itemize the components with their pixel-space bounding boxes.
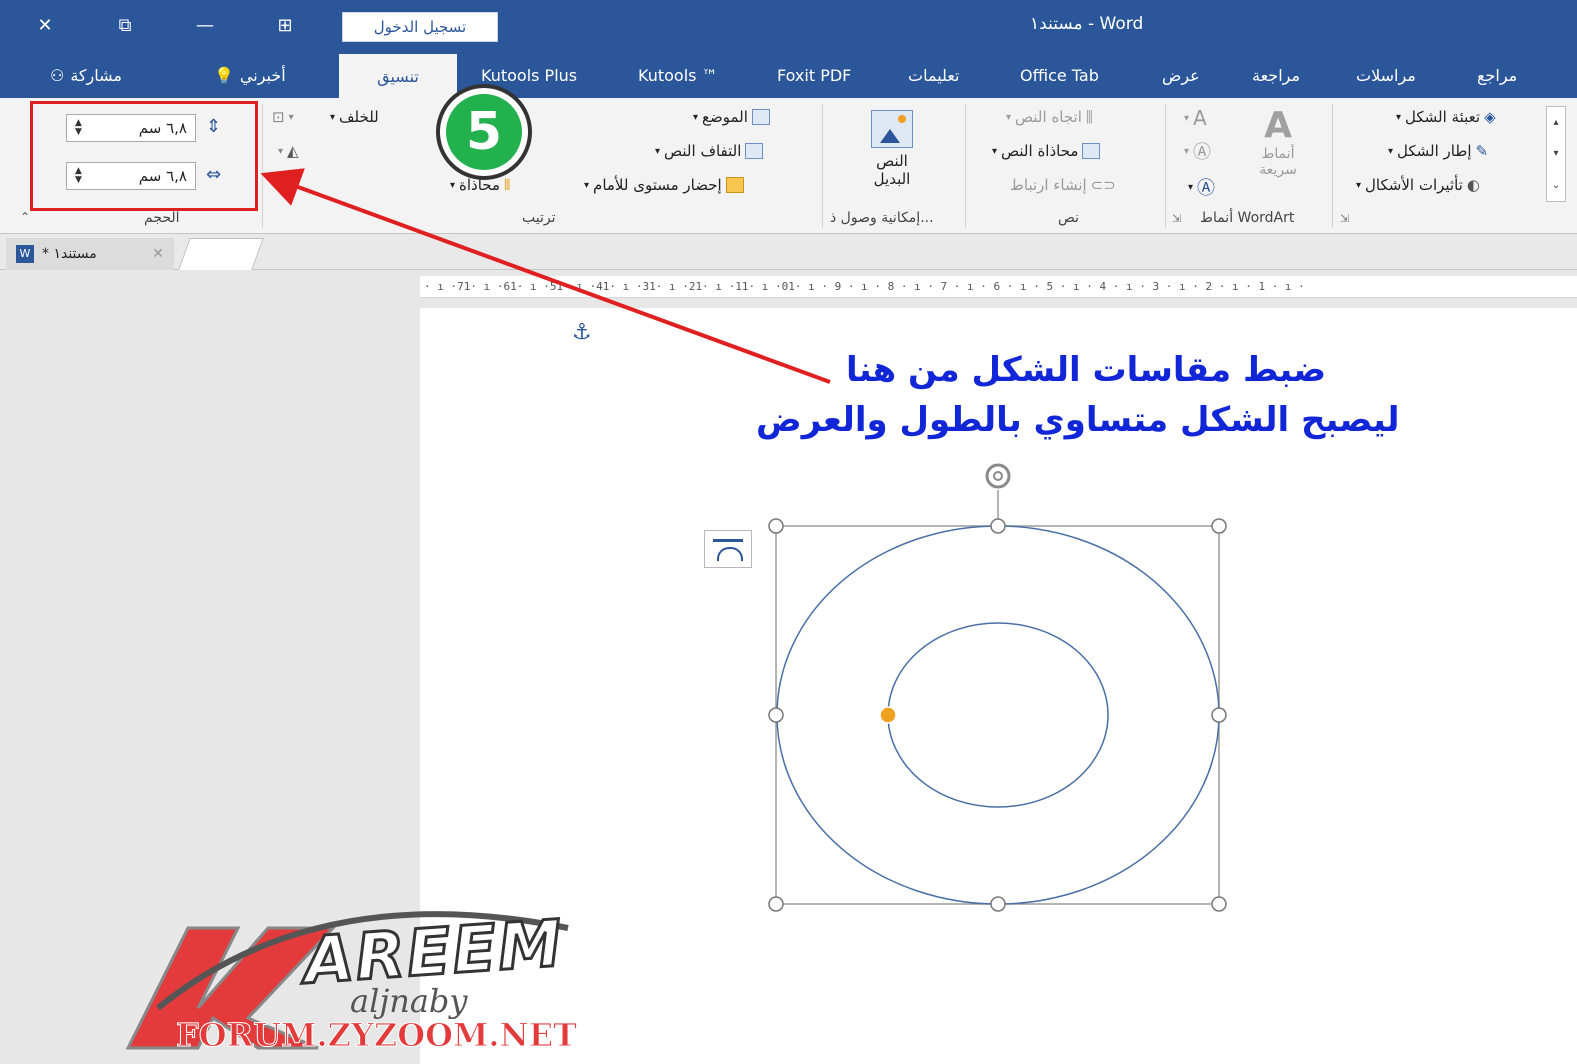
donut-shape[interactable]	[776, 525, 1220, 905]
resize-handle-top-left[interactable]	[768, 518, 784, 534]
resize-handle-bottom-right[interactable]	[1211, 896, 1227, 912]
resize-handle-right[interactable]	[1211, 707, 1227, 723]
watermark-logo: K AREEM aljnaby FORUM.ZYZOOM.NET	[118, 858, 588, 1058]
watermark-url: FORUM.ZYZOOM.NET	[176, 1016, 578, 1055]
adjustment-handle[interactable]	[879, 706, 897, 724]
resize-handle-top-right[interactable]	[1211, 518, 1227, 534]
resize-handle-left[interactable]	[768, 707, 784, 723]
annotation-arrow	[260, 168, 831, 384]
resize-handle-top[interactable]	[990, 518, 1006, 534]
rotate-handle-icon[interactable]	[985, 463, 1011, 489]
watermark-script: aljnaby	[350, 982, 468, 1020]
donut-inner-ring[interactable]	[887, 622, 1109, 808]
resize-handle-bottom-left[interactable]	[768, 896, 784, 912]
resize-handle-bottom[interactable]	[990, 896, 1006, 912]
